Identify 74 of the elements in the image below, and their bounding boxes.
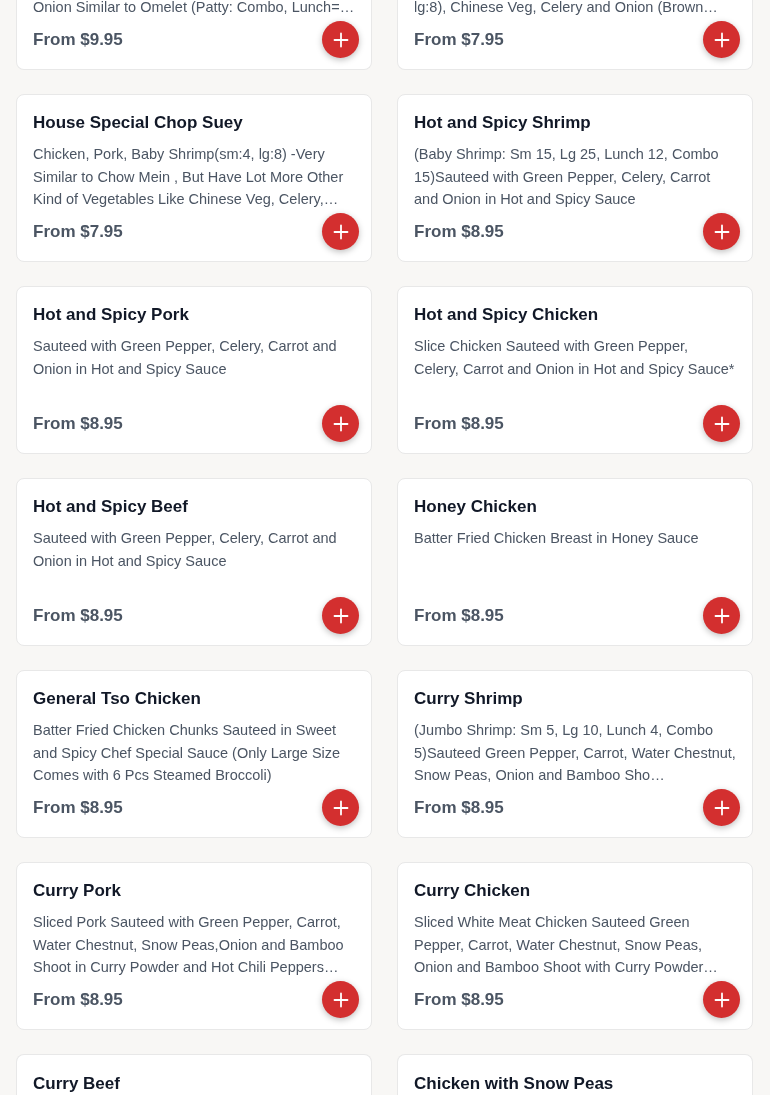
plus-icon bbox=[332, 415, 349, 432]
item-description: Batter Fried Chicken Chunks Sauteed in Sweet and Spicy Chef Special Sauce (Only Large Size Comes with 6 Pcs Steamed Broccoli) bbox=[33, 721, 342, 785]
item-description: lg:8), Chinese Veg, Celery and Onion (Brown… bbox=[414, 0, 719, 17]
menu-item-card[interactable]: House Special Chop Suey Chicken, Pork, Baby Shrimp(sm:4, lg:8) -Very Similar to Chow Mein , But Have Lot More Other Kind of Vegetables Like Chinese Veg, Celery,… From $7.95 bbox=[16, 94, 372, 262]
item-description: Batter Fried Chicken Breast in Honey Sauce bbox=[414, 529, 700, 548]
add-button[interactable] bbox=[322, 789, 359, 826]
item-title: Hot and Spicy Pork bbox=[33, 304, 190, 326]
menu-item-card[interactable]: Hot and Spicy Pork Sauteed with Green Pepper, Celery, Carrot and Onion in Hot and Spicy Sauce From $8.95 bbox=[16, 286, 372, 454]
add-button[interactable] bbox=[322, 213, 359, 250]
menu-item-card[interactable]: Curry Chicken Sliced White Meat Chicken Sauteed Green Pepper, Carrot, Water Chestnut, Snow Peas, Onion and Bamboo Shoot with Curry Powder… From $8.95 bbox=[397, 862, 753, 1030]
add-button[interactable] bbox=[322, 981, 359, 1018]
add-button[interactable] bbox=[703, 981, 740, 1018]
item-price: From $7.95 bbox=[33, 220, 123, 243]
item-description: Chicken, Pork, Baby Shrimp(sm:4, lg:8) -Very Similar to Chow Mein , But Have Lot More Other Kind of Vegetables Like Chinese Veg, Celery,… bbox=[33, 145, 345, 209]
item-description: Sauteed with Green Pepper, Celery, Carrot and Onion in Hot and Spicy Sauce bbox=[33, 337, 338, 379]
item-price: From $9.95 bbox=[33, 28, 123, 51]
item-price: From $8.95 bbox=[414, 220, 504, 243]
item-title: General Tso Chicken bbox=[33, 688, 202, 710]
item-price: From $8.95 bbox=[33, 988, 123, 1011]
plus-icon bbox=[713, 415, 730, 432]
item-description: Sauteed with Green Pepper, Celery, Carrot and Onion in Hot and Spicy Sauce bbox=[33, 529, 338, 571]
item-description: Slice Chicken Sauteed with Green Pepper, Celery, Carrot and Onion in Hot and Spicy Sauce* bbox=[414, 337, 736, 379]
item-title: Curry Pork bbox=[33, 880, 122, 902]
plus-icon bbox=[713, 31, 730, 48]
item-description: Sliced Pork Sauteed with Green Pepper, Carrot, Water Chestnut, Snow Peas,Onion and Bamboo Shoot in Curry Powder and Hot Chili Peppers… bbox=[33, 913, 345, 977]
menu-item-card[interactable]: Curry Shrimp (Jumbo Shrimp: Sm 5, Lg 10, Lunch 4, Combo 5)Sauteed Green Pepper, Carrot, Water Chestnut, Snow Peas, Onion and Bamboo Sho… From $8.95 bbox=[397, 670, 753, 838]
item-title: Hot and Spicy Beef bbox=[33, 496, 189, 518]
menu-item-card[interactable]: Hot and Spicy Shrimp (Baby Shrimp: Sm 15, Lg 25, Lunch 12, Combo 15)Sauteed with Green Pepper, Celery, Carrot and Onion in Hot and Spicy Sauce From $8.95 bbox=[397, 94, 753, 262]
menu-item-card[interactable]: Curry Beef bbox=[16, 1054, 372, 1095]
item-description: Onion Similar to Omelet (Patty: Combo, Lunch=… bbox=[33, 0, 356, 17]
menu-item-card[interactable]: Curry Pork Sliced Pork Sauteed with Green Pepper, Carrot, Water Chestnut, Snow Peas,Onion and Bamboo Shoot in Curry Powder and Hot Chili Peppers… From $8.95 bbox=[16, 862, 372, 1030]
item-title: Hot and Spicy Chicken bbox=[414, 304, 600, 326]
item-price: From $8.95 bbox=[33, 796, 123, 819]
plus-icon bbox=[332, 223, 349, 240]
item-title: Curry Shrimp bbox=[414, 688, 524, 710]
item-price: From $8.95 bbox=[414, 412, 504, 435]
menu-item-card[interactable]: Onion Similar to Omelet (Patty: Combo, Lunch=… From $9.95 bbox=[16, 0, 372, 70]
item-title: House Special Chop Suey bbox=[33, 112, 244, 134]
add-button[interactable] bbox=[322, 405, 359, 442]
item-price: From $8.95 bbox=[414, 988, 504, 1011]
add-button[interactable] bbox=[322, 597, 359, 634]
item-price: From $8.95 bbox=[414, 796, 504, 819]
plus-icon bbox=[713, 799, 730, 816]
item-description: (Jumbo Shrimp: Sm 5, Lg 10, Lunch 4, Combo 5)Sauteed Green Pepper, Carrot, Water Chestnut, Snow Peas, Onion and Bamboo Sho… bbox=[414, 721, 737, 785]
plus-icon bbox=[713, 223, 730, 240]
item-title: Chicken with Snow Peas bbox=[414, 1073, 615, 1095]
item-price: From $8.95 bbox=[414, 604, 504, 627]
menu-item-card[interactable]: General Tso Chicken Batter Fried Chicken Chunks Sauteed in Sweet and Spicy Chef Special Sauce (Only Large Size Comes with 6 Pcs Steamed Broccoli) From $8.95 bbox=[16, 670, 372, 838]
item-description: (Baby Shrimp: Sm 15, Lg 25, Lunch 12, Combo 15)Sauteed with Green Pepper, Celery, Carrot and Onion in Hot and Spicy Sauce bbox=[414, 145, 720, 209]
add-button[interactable] bbox=[322, 21, 359, 58]
add-button[interactable] bbox=[703, 597, 740, 634]
menu-item-card[interactable]: Honey Chicken Batter Fried Chicken Breast in Honey Sauce From $8.95 bbox=[397, 478, 753, 646]
item-price: From $8.95 bbox=[33, 604, 123, 627]
item-title: Curry Chicken bbox=[414, 880, 532, 902]
add-button[interactable] bbox=[703, 21, 740, 58]
add-button[interactable] bbox=[703, 213, 740, 250]
menu-item-card[interactable]: Chicken with Snow Peas bbox=[397, 1054, 753, 1095]
menu-item-card[interactable]: Hot and Spicy Chicken Slice Chicken Sauteed with Green Pepper, Celery, Carrot and Onion in Hot and Spicy Sauce* From $8.95 bbox=[397, 286, 753, 454]
item-title: Hot and Spicy Shrimp bbox=[414, 112, 592, 134]
item-title: Curry Beef bbox=[33, 1073, 121, 1095]
plus-icon bbox=[713, 607, 730, 624]
plus-icon bbox=[332, 31, 349, 48]
plus-icon bbox=[713, 991, 730, 1008]
item-title: Honey Chicken bbox=[414, 496, 538, 518]
plus-icon bbox=[332, 799, 349, 816]
item-price: From $7.95 bbox=[414, 28, 504, 51]
plus-icon bbox=[332, 991, 349, 1008]
menu-item-card[interactable]: Hot and Spicy Beef Sauteed with Green Pepper, Celery, Carrot and Onion in Hot and Spicy Sauce From $8.95 bbox=[16, 478, 372, 646]
add-button[interactable] bbox=[703, 789, 740, 826]
plus-icon bbox=[332, 607, 349, 624]
add-button[interactable] bbox=[703, 405, 740, 442]
item-price: From $8.95 bbox=[33, 412, 123, 435]
item-description: Sliced White Meat Chicken Sauteed Green Pepper, Carrot, Water Chestnut, Snow Peas, Onion and Bamboo Shoot with Curry Powder… bbox=[414, 913, 719, 977]
menu-item-card[interactable]: lg:8), Chinese Veg, Celery and Onion (Brown… From $7.95 bbox=[397, 0, 753, 70]
